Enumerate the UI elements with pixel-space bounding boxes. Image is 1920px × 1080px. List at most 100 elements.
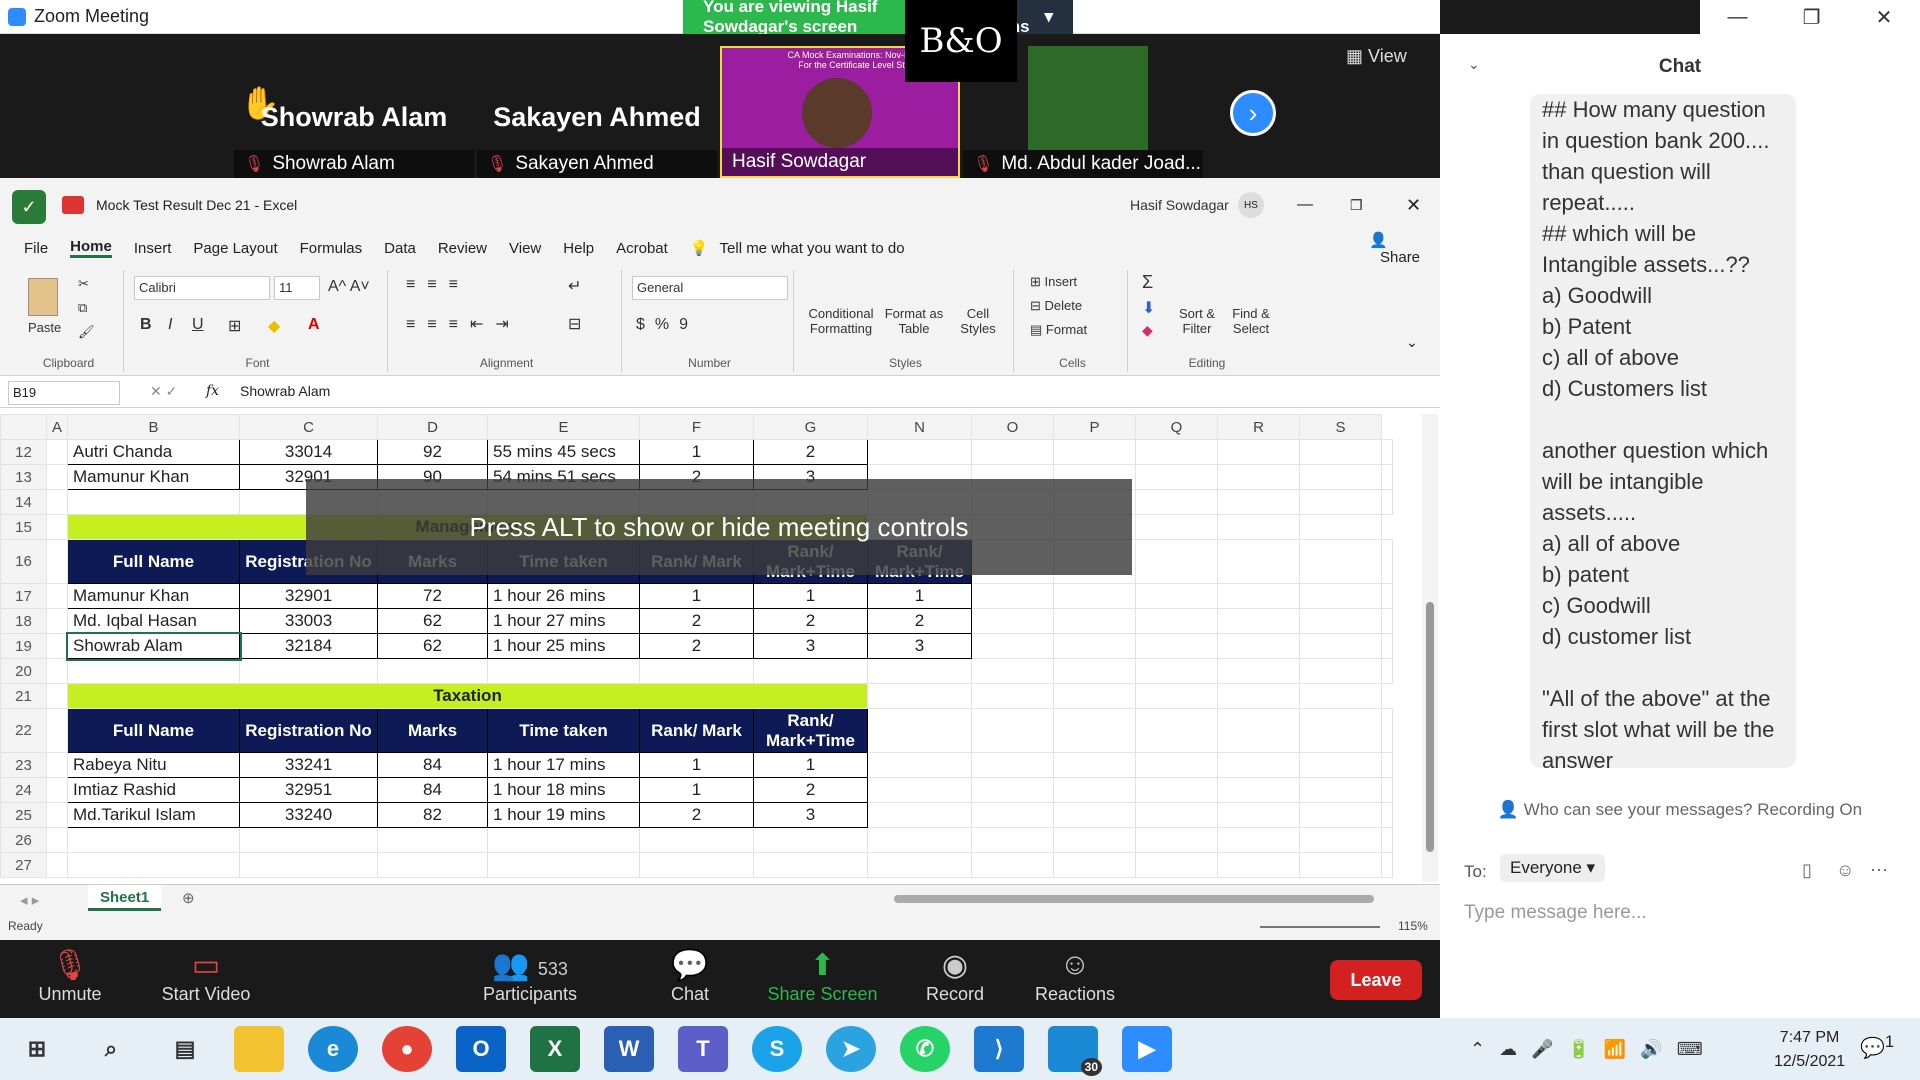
cell[interactable]	[971, 827, 1055, 853]
underline-button[interactable]: U	[192, 316, 204, 334]
cell[interactable]	[1217, 539, 1301, 584]
cell[interactable]	[45, 802, 69, 828]
name-box[interactable]: B19	[8, 381, 120, 405]
cell[interactable]	[239, 658, 379, 684]
chrome-icon[interactable]: ●	[382, 1026, 432, 1072]
column-header[interactable]: Q	[1135, 414, 1219, 440]
cell[interactable]: Full Name	[67, 539, 241, 584]
minimize-icon[interactable]: —	[1728, 6, 1748, 29]
next-page-icon[interactable]: ›	[1230, 90, 1276, 136]
column-header[interactable]: P	[1053, 414, 1137, 440]
collapse-ribbon-icon[interactable]: ⌄	[1406, 334, 1418, 351]
font-size-select[interactable]: 11	[274, 276, 320, 300]
cell[interactable]: 84	[377, 752, 489, 778]
cell[interactable]	[1135, 439, 1219, 465]
cell[interactable]	[867, 777, 973, 803]
cell[interactable]	[971, 608, 1055, 634]
cell[interactable]	[1135, 683, 1219, 709]
cell[interactable]	[1217, 464, 1301, 490]
cell[interactable]	[1381, 439, 1394, 465]
cell[interactable]	[971, 708, 1055, 753]
column-header[interactable]: R	[1217, 414, 1301, 440]
cell[interactable]	[1053, 683, 1137, 709]
row-header[interactable]: 21	[0, 683, 47, 709]
cell[interactable]	[867, 827, 973, 853]
column-header[interactable]: N	[867, 414, 973, 440]
row-header[interactable]: 23	[0, 752, 47, 778]
cell[interactable]: 1 hour 19 mins	[487, 802, 641, 828]
vscode-icon[interactable]: ⟩	[974, 1026, 1024, 1072]
cell[interactable]	[1381, 802, 1394, 828]
cell[interactable]	[1299, 489, 1383, 515]
cell[interactable]	[1299, 777, 1383, 803]
cell[interactable]: Mamunur Khan	[67, 583, 241, 609]
windows-start-icon[interactable]: ⊞	[12, 1026, 62, 1072]
borders-icon[interactable]: ⊞	[228, 316, 241, 336]
autosave-icon[interactable]	[62, 196, 84, 214]
number-format-select[interactable]: General	[632, 276, 788, 300]
more-icon[interactable]: ⋯	[1870, 860, 1888, 881]
cell[interactable]: Registration No	[239, 708, 379, 753]
cell[interactable]	[1299, 633, 1383, 659]
tab-view[interactable]: View	[509, 240, 541, 257]
cell[interactable]: Marks	[377, 708, 489, 753]
cell[interactable]: 2	[753, 608, 869, 634]
cell[interactable]	[1135, 608, 1219, 634]
cell[interactable]: 1	[753, 752, 869, 778]
zoom-slider[interactable]	[1260, 926, 1380, 928]
bold-button[interactable]: B	[140, 316, 152, 334]
notifications-icon[interactable]: 💬1	[1860, 1032, 1894, 1061]
insert-cells-button[interactable]: ⊞ Insert	[1030, 274, 1077, 290]
cell[interactable]	[867, 802, 973, 828]
cell[interactable]	[45, 489, 69, 515]
cell[interactable]	[1381, 658, 1394, 684]
cell[interactable]	[45, 752, 69, 778]
cell[interactable]	[1381, 827, 1394, 853]
cell[interactable]	[867, 658, 973, 684]
column-header[interactable]: F	[639, 414, 755, 440]
clock[interactable]: 7:47 PM 12/5/2021	[1774, 1026, 1845, 1074]
cell[interactable]	[867, 852, 973, 878]
cell[interactable]	[45, 827, 69, 853]
cell[interactable]	[1217, 439, 1301, 465]
column-header[interactable]: A	[45, 414, 69, 440]
close-icon[interactable]: ✕	[1406, 195, 1421, 216]
cell[interactable]: Showrab Alam	[65, 631, 242, 661]
horizontal-scrollbar[interactable]	[894, 895, 1374, 903]
row-header[interactable]: 24	[0, 777, 47, 803]
font-color-icon[interactable]: A	[308, 316, 320, 334]
column-header[interactable]: B	[67, 414, 241, 440]
cell[interactable]	[45, 464, 69, 490]
conditional-formatting-button[interactable]: Conditional Formatting	[804, 306, 878, 336]
message-input[interactable]: Type message here...	[1464, 902, 1904, 924]
paste-icon[interactable]	[28, 278, 58, 316]
cell[interactable]: 1 hour 25 mins	[487, 633, 641, 659]
tab-help[interactable]: Help	[563, 240, 594, 257]
row-header[interactable]: 14	[0, 489, 47, 515]
cell[interactable]	[1135, 802, 1219, 828]
cell[interactable]	[1381, 852, 1394, 878]
cell[interactable]	[1053, 802, 1137, 828]
cell[interactable]	[1135, 514, 1219, 540]
cell[interactable]	[377, 852, 489, 878]
cell[interactable]: 92	[377, 439, 489, 465]
add-sheet-icon[interactable]: ⊕	[182, 889, 195, 907]
cell[interactable]	[45, 439, 69, 465]
tab-file[interactable]: File	[24, 240, 48, 257]
cell[interactable]	[1299, 608, 1383, 634]
cell[interactable]: 1 hour 26 mins	[487, 583, 641, 609]
cell[interactable]: Full Name	[67, 708, 241, 753]
cell[interactable]	[639, 852, 755, 878]
tab-insert[interactable]: Insert	[134, 240, 172, 257]
cell[interactable]	[1135, 464, 1219, 490]
cell[interactable]	[1217, 752, 1301, 778]
cell[interactable]	[1135, 633, 1219, 659]
zoom-level[interactable]: 115%	[1398, 919, 1428, 933]
cell[interactable]	[67, 489, 241, 515]
cell[interactable]	[971, 752, 1055, 778]
outlook-icon[interactable]: O	[456, 1026, 506, 1072]
row-header[interactable]: 17	[0, 583, 47, 609]
cell[interactable]: 33003	[239, 608, 379, 634]
cell[interactable]	[1381, 464, 1394, 490]
cell[interactable]	[867, 439, 973, 465]
